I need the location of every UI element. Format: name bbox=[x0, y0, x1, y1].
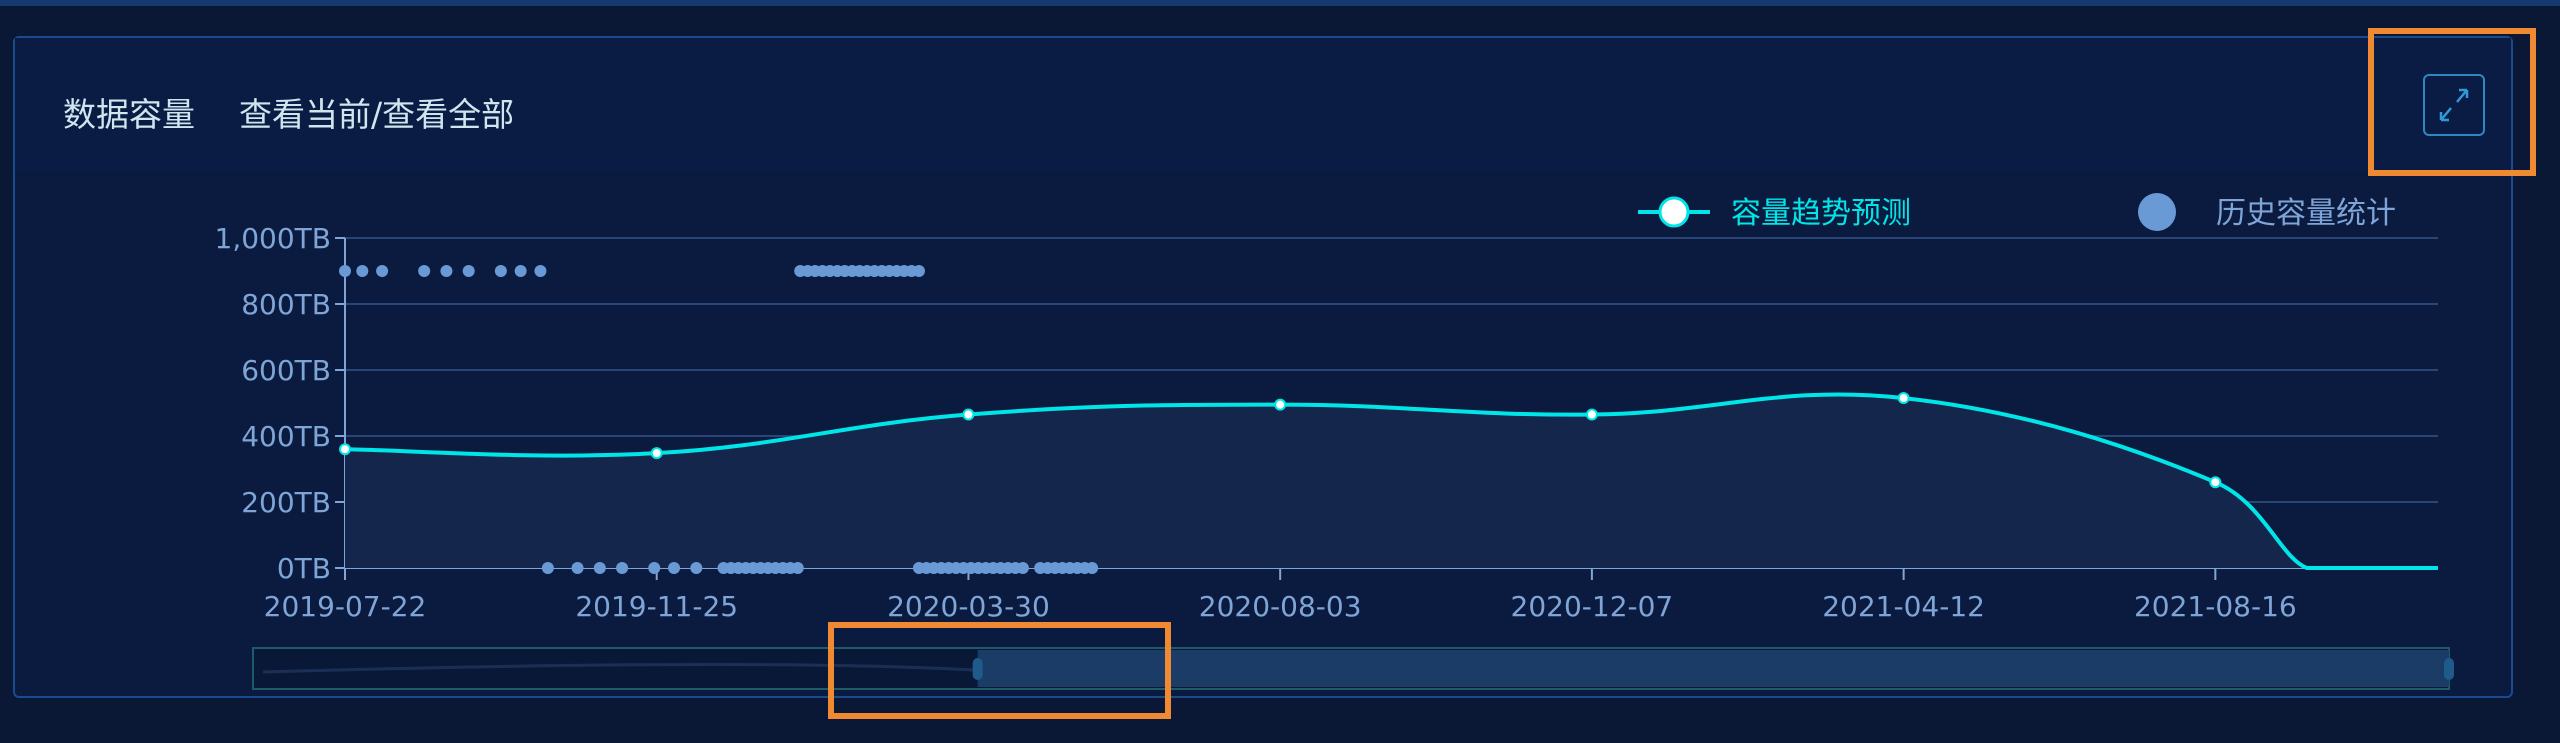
x-tick-label: 2019-11-25 bbox=[575, 590, 738, 623]
history-point bbox=[668, 562, 681, 574]
history-point bbox=[376, 265, 389, 277]
capacity-chart: 0TB 200TB 400TB 600TB 800TB 1,000TB 2019-07-22… bbox=[215, 193, 2454, 690]
forecast-point bbox=[650, 447, 663, 460]
history-point bbox=[616, 562, 629, 574]
history-point bbox=[339, 265, 351, 277]
forecast-point bbox=[339, 443, 351, 456]
history-point bbox=[912, 265, 925, 277]
x-tick-label: 2020-08-03 bbox=[1199, 590, 1362, 623]
y-tick-label: 0TB bbox=[277, 552, 331, 585]
history-point bbox=[690, 562, 703, 574]
history-point bbox=[648, 562, 661, 574]
highlight-box-expand bbox=[2368, 28, 2536, 176]
legend-forecast-label[interactable]: 容量趋势预测 bbox=[1731, 196, 1911, 231]
x-tick-label: 2019-07-22 bbox=[264, 590, 427, 623]
legend-forecast-marker-icon bbox=[1658, 196, 1690, 228]
history-point bbox=[791, 562, 804, 574]
history-point bbox=[593, 562, 606, 574]
forecast-point bbox=[2209, 476, 2222, 489]
y-tick-label: 800TB bbox=[241, 288, 331, 321]
forecast-area bbox=[345, 394, 2438, 568]
history-point bbox=[440, 265, 453, 277]
forecast-point bbox=[1274, 398, 1287, 411]
history-point bbox=[541, 562, 554, 574]
legend-history-label[interactable]: 历史容量统计 bbox=[2216, 196, 2396, 231]
history-point bbox=[571, 562, 584, 574]
history-point bbox=[356, 265, 369, 277]
y-tick-label: 1,000TB bbox=[215, 222, 331, 255]
forecast-point bbox=[1897, 392, 1910, 405]
history-point bbox=[534, 265, 547, 277]
forecast-point bbox=[1585, 408, 1598, 421]
x-tick-label: 2021-08-16 bbox=[2134, 590, 2297, 623]
x-tick-label: 2020-12-07 bbox=[1511, 590, 1674, 623]
x-tick-label: 2020-03-30 bbox=[887, 590, 1050, 623]
y-tick-label: 200TB bbox=[241, 486, 331, 519]
history-point bbox=[514, 265, 527, 277]
history-point bbox=[418, 265, 431, 277]
highlight-box-slider bbox=[828, 622, 1171, 719]
y-tick-label: 600TB bbox=[241, 354, 331, 387]
y-tick-label: 400TB bbox=[241, 420, 331, 453]
x-tick-label: 2021-04-12 bbox=[1822, 590, 1985, 623]
zoom-slider-window[interactable] bbox=[977, 650, 2450, 687]
history-point bbox=[1016, 562, 1029, 574]
history-point bbox=[494, 265, 507, 277]
zoom-slider-end-handle[interactable] bbox=[2444, 658, 2454, 680]
forecast-point bbox=[962, 408, 975, 421]
history-point bbox=[1086, 562, 1099, 574]
legend-history-marker-icon bbox=[2138, 193, 2176, 231]
history-point bbox=[462, 265, 475, 277]
